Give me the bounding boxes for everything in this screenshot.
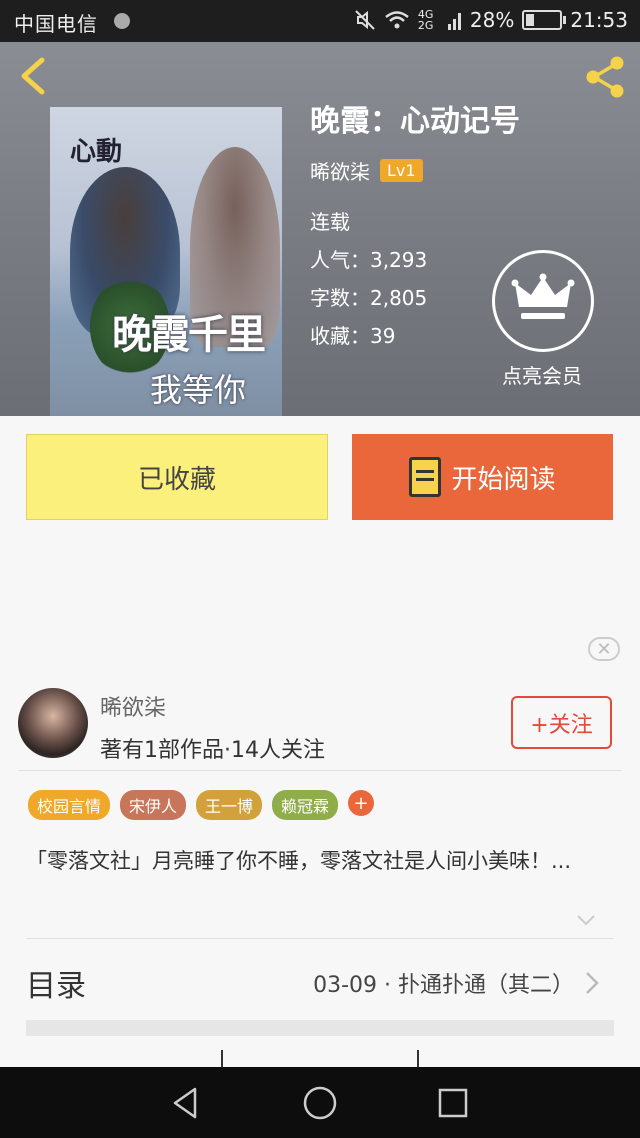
vip-button[interactable]: 点亮会员 — [492, 250, 594, 389]
back-arrow-icon[interactable] — [14, 56, 54, 96]
book-word-count: 字数：2,805 — [310, 286, 428, 310]
book-icon — [409, 457, 442, 497]
book-favorites: 收藏：39 — [310, 324, 396, 348]
latest-chapter: 03-09 · 扑通扑通（其二） — [313, 973, 574, 998]
carrier-name: 中国电信 — [14, 12, 98, 36]
tag-item[interactable]: 赖冠霖 — [272, 790, 339, 820]
tab-item[interactable] — [419, 1050, 614, 1067]
follow-button[interactable]: +关注 — [511, 696, 612, 749]
close-icon: ✕ — [596, 638, 612, 660]
battery-percent: 28% — [469, 8, 515, 32]
book-cover[interactable]: 心動 晚霞千里 我等你 — [50, 107, 282, 416]
tag-item[interactable]: 宋伊人 — [120, 790, 187, 820]
toc-label: 目录 — [26, 969, 86, 1004]
author-stats: 著有1部作品·14人关注 — [100, 738, 325, 763]
mute-icon — [355, 10, 375, 30]
vip-ring — [492, 250, 594, 352]
tag-item[interactable]: 校园言情 — [28, 790, 111, 820]
favorited-button[interactable]: 已收藏 — [26, 434, 328, 520]
crown-icon — [511, 273, 575, 319]
divider — [26, 938, 614, 939]
status-bar: 中国电信 4G 2G 28% 21:53 — [0, 0, 640, 42]
tab-item[interactable] — [223, 1050, 420, 1067]
section-separator — [26, 1020, 614, 1036]
cover-title-text: 晚霞千里 — [112, 311, 266, 358]
favorited-label: 已收藏 — [137, 464, 216, 495]
divider — [18, 770, 622, 771]
tag-list: 校园言情 宋伊人 王一博 赖冠霖 + — [28, 790, 375, 820]
wifi-icon — [385, 11, 409, 29]
signal-icon — [447, 13, 461, 30]
system-nav-bar — [0, 1067, 640, 1138]
chevron-right-icon — [586, 972, 599, 994]
book-author-row: 晞欲柒 Lv1 — [310, 156, 520, 185]
book-author[interactable]: 晞欲柒 — [310, 156, 370, 185]
tag-item[interactable]: 王一博 — [196, 790, 263, 820]
more-tags-button[interactable]: + — [348, 790, 375, 816]
author-name[interactable]: 晞欲柒 — [100, 690, 166, 722]
clock: 21:53 — [570, 8, 628, 32]
nav-back-icon[interactable] — [167, 1083, 207, 1123]
cover-top-text: 心動 — [70, 137, 123, 167]
author-avatar[interactable] — [18, 688, 88, 758]
bottom-tabs — [26, 1050, 614, 1067]
start-reading-button[interactable]: 开始阅读 — [352, 434, 613, 520]
close-ad-button[interactable]: ✕ — [588, 637, 620, 661]
notification-dot-icon — [114, 13, 130, 29]
nav-recents-icon[interactable] — [433, 1083, 473, 1123]
book-info: 晚霞：心动记号 晞欲柒 Lv1 连载 人气：3,293 字数：2,805 收藏：… — [310, 96, 520, 355]
table-of-contents-row[interactable]: 目录 03-09 · 扑通扑通（其二） — [26, 960, 614, 1006]
status-right: 4G 2G 28% 21:53 — [354, 8, 628, 32]
book-header: 心動 晚霞千里 我等你 晚霞：心动记号 晞欲柒 Lv1 连载 人气：3,293 … — [0, 42, 640, 416]
vip-label: 点亮会员 — [502, 364, 582, 388]
book-status: 连载 — [310, 210, 350, 234]
level-badge: Lv1 — [380, 159, 423, 182]
book-popularity: 人气：3,293 — [310, 248, 428, 272]
nav-home-icon[interactable] — [300, 1083, 340, 1123]
book-description: 「零落文社」月亮睡了你不睡，零落文社是人间小美味！... — [26, 849, 572, 873]
chevron-down-icon[interactable] — [576, 910, 596, 930]
cover-sub-text: 我等你 — [150, 371, 247, 409]
share-icon[interactable] — [582, 54, 628, 100]
network-type: 4G 2G — [417, 8, 434, 32]
tab-item[interactable] — [26, 1050, 223, 1067]
book-title: 晚霞：心动记号 — [310, 104, 520, 139]
follow-label: +关注 — [530, 712, 593, 738]
battery-icon — [522, 10, 567, 30]
start-reading-label: 开始阅读 — [451, 464, 556, 495]
